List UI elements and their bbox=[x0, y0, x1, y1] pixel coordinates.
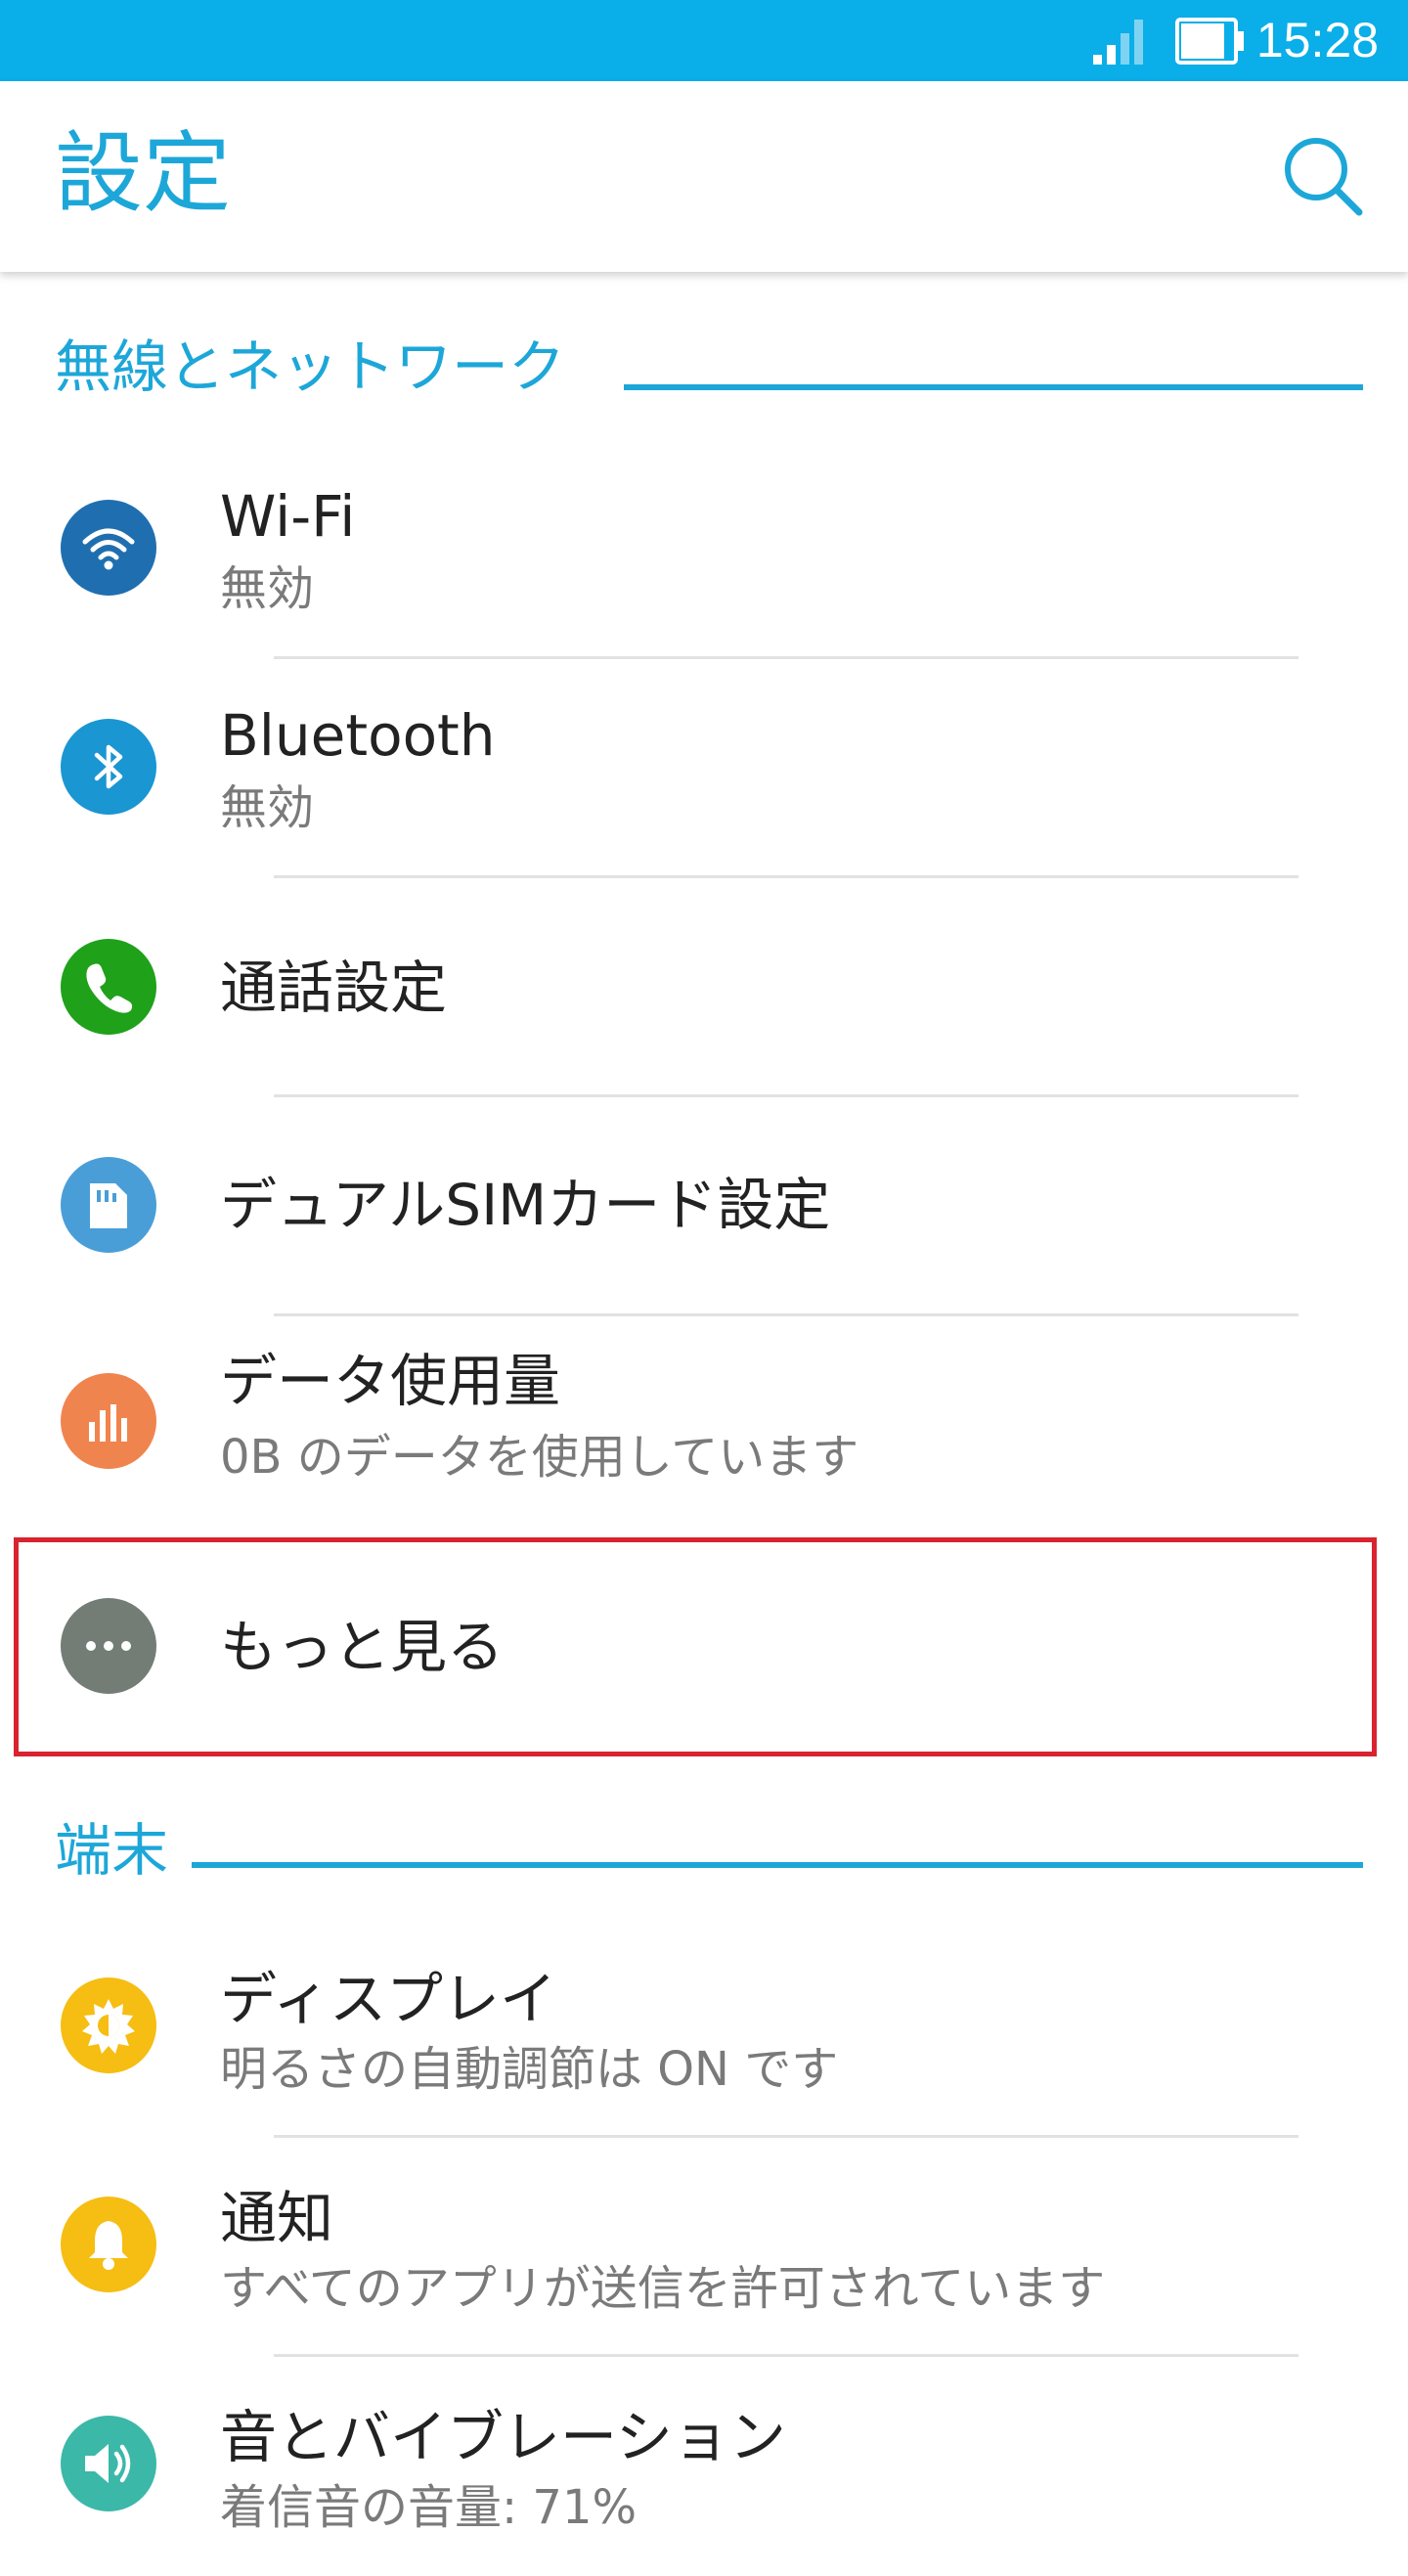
bell-icon bbox=[61, 2197, 156, 2292]
row-title: 通知 bbox=[220, 2185, 334, 2251]
row-subtitle: 明るさの自動調節は ON です bbox=[220, 2042, 839, 2097]
sim-card-icon bbox=[61, 1157, 156, 1253]
bluetooth-setting-item[interactable]: Bluetooth 無効 bbox=[0, 659, 1408, 878]
wifi-setting-item[interactable]: Wi-Fi 無効 bbox=[0, 440, 1408, 659]
page-title: 設定 bbox=[55, 122, 231, 225]
section-title: 端末 bbox=[55, 1817, 169, 1884]
row-title: デュアルSIMカード設定 bbox=[220, 1172, 831, 1238]
search-button[interactable] bbox=[1279, 132, 1367, 220]
row-title: 音とバイブレーション bbox=[220, 2404, 786, 2470]
wifi-icon bbox=[61, 500, 156, 596]
call-settings-item[interactable]: 通話設定 bbox=[0, 878, 1408, 1097]
section-title: 無線とネットワーク bbox=[55, 333, 566, 400]
search-icon bbox=[1285, 138, 1363, 216]
section-divider bbox=[192, 1862, 1363, 1868]
app-bar: 設定 bbox=[0, 81, 1408, 272]
phone-icon bbox=[61, 939, 156, 1035]
status-bar: 15:28 bbox=[0, 0, 1408, 81]
data-usage-icon bbox=[61, 1373, 156, 1469]
data-usage-item[interactable]: データ使用量 0B のデータを使用しています bbox=[0, 1316, 1408, 1533]
row-subtitle: 0B のデータを使用しています bbox=[220, 1430, 859, 1485]
bluetooth-icon bbox=[61, 719, 156, 815]
brightness-icon bbox=[61, 1977, 156, 2073]
display-setting-item[interactable]: ディスプレイ 明るさの自動調節は ON です bbox=[0, 1919, 1408, 2138]
highlight-box bbox=[14, 1537, 1377, 1756]
section-header-wireless: 無線とネットワーク bbox=[0, 328, 1408, 406]
notifications-setting-item[interactable]: 通知 すべてのアプリが送信を許可されています bbox=[0, 2138, 1408, 2357]
status-time: 15:28 bbox=[1255, 13, 1379, 67]
row-title: Bluetooth bbox=[220, 702, 496, 769]
row-subtitle: 着信音の音量: 71% bbox=[220, 2480, 638, 2535]
row-subtitle: 無効 bbox=[220, 780, 315, 835]
row-subtitle: 無効 bbox=[220, 561, 315, 616]
section-divider bbox=[624, 384, 1363, 390]
battery-icon bbox=[1175, 18, 1244, 65]
row-title: データ使用量 bbox=[220, 1348, 561, 1414]
dual-sim-settings-item[interactable]: デュアルSIMカード設定 bbox=[0, 1097, 1408, 1316]
signal-icon bbox=[1093, 20, 1143, 65]
row-title: Wi-Fi bbox=[220, 483, 356, 550]
speaker-icon bbox=[61, 2416, 156, 2511]
section-header-device: 端末 bbox=[0, 1811, 1408, 1889]
row-title: ディスプレイ bbox=[220, 1966, 556, 2032]
sound-vibration-setting-item[interactable]: 音とバイブレーション 着信音の音量: 71% bbox=[0, 2357, 1408, 2576]
row-subtitle: すべてのアプリが送信を許可されています bbox=[220, 2261, 1106, 2316]
row-title: 通話設定 bbox=[220, 955, 448, 1021]
